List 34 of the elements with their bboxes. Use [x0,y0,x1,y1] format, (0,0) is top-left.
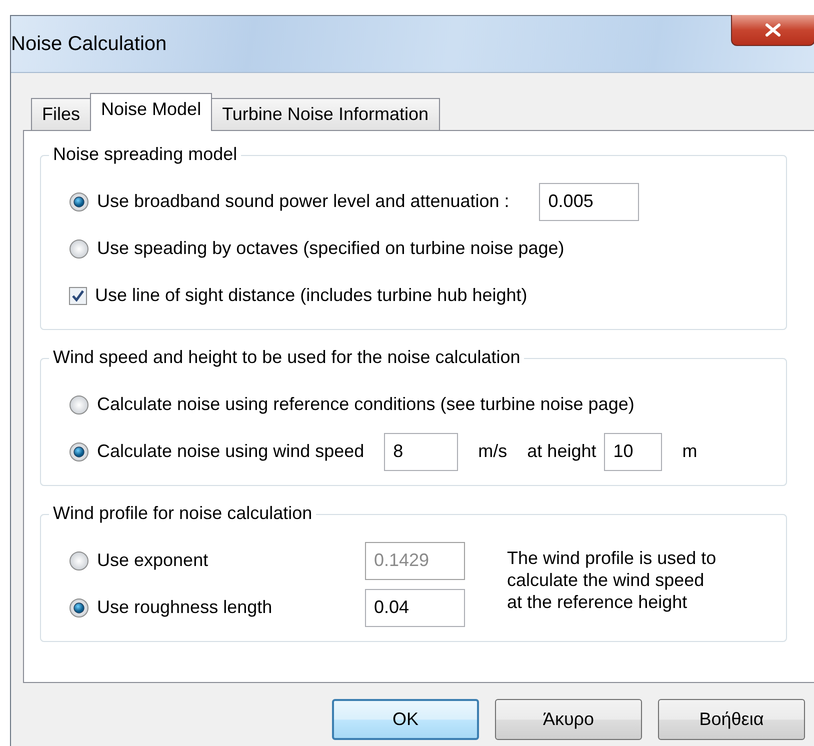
tab[interactable]: Noise Model [90,93,212,131]
radio-button[interactable] [69,442,89,462]
unit-label: at height [527,441,596,462]
info-text: The wind profile is used to calculate the wind speed at the reference height [507,547,716,613]
unit-label: m [682,441,698,462]
input-field[interactable]: 10 [604,432,662,470]
input-field[interactable]: 0.04 [365,588,465,626]
radio-button[interactable] [69,394,89,414]
radio-button[interactable] [69,238,89,258]
group-title: Noise spreading model [49,144,242,165]
option-label: Use exponent [97,550,210,571]
radio-button[interactable] [69,550,89,570]
window-title: Noise Calculation [11,32,167,56]
group-title: Wind speed and height to be used for the noise calculation [49,347,524,368]
group-title: Wind profile for noise calculation [49,503,316,524]
tab[interactable]: Turbine Noise Information [211,98,440,130]
option-label: Use roughness length [97,597,274,618]
option-label: Calculate noise using wind speed [97,441,364,462]
option-label: Calculate noise using reference conditions (see turbine noise page) [97,394,634,415]
unit-label: m/s [478,441,508,462]
close-icon [765,23,781,37]
close-button[interactable] [731,15,814,46]
dialog-button[interactable]: Βοήθεια [658,699,805,740]
radio-button[interactable] [69,192,89,212]
dialog-button[interactable]: Άκυρο [495,699,642,740]
option-label: Use broadband sound power level and attenuation : [97,191,510,212]
input-field[interactable]: 8 [384,432,458,470]
input-field[interactable]: 0.005 [539,182,640,220]
option-label: Use speading by octaves (specified on turbine noise page) [97,238,564,259]
tab[interactable]: Files [31,98,92,130]
option-label: Use line of sight distance (includes turbine hub height) [95,285,528,306]
dialog-button[interactable]: OK [332,699,479,740]
radio-button[interactable] [69,598,89,618]
checkbox[interactable] [69,286,87,304]
